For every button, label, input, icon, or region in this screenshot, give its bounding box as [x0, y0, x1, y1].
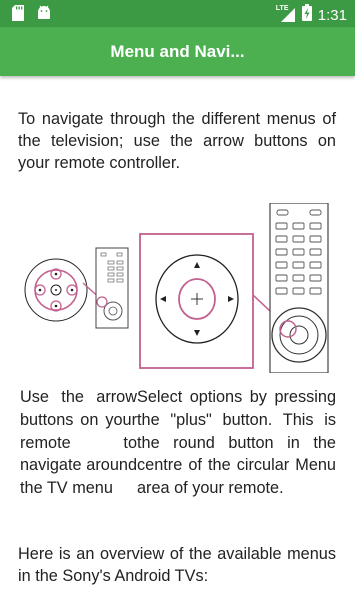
small-dpad-icon [24, 258, 88, 322]
instruction-columns: Use the arrow buttons on your remote to … [20, 386, 336, 500]
overview-paragraph: Here is an overview of the available men… [18, 545, 336, 585]
dpad-closeup-icon [139, 233, 254, 369]
battery-charging-icon [301, 4, 312, 26]
small-remote-icon [95, 247, 129, 329]
select-options-text: Select options by pressing the "plus" bu… [137, 388, 336, 498]
page-title: Menu and Navi... [110, 41, 245, 61]
status-time: 1:31 [317, 6, 347, 24]
android-icon [37, 5, 51, 26]
arrow-buttons-text: Use the arrow buttons on your remote to … [20, 388, 137, 498]
notification-icons [12, 5, 51, 26]
main-content: To navigate through the different menus … [18, 108, 336, 174]
app-bar: Menu and Navi... [0, 27, 355, 76]
remote-illustration [22, 202, 334, 374]
signal-icon: LTE [276, 5, 296, 23]
remote-diagram-svg [24, 202, 329, 374]
system-icons: LTE 1:31 [276, 4, 347, 26]
intro-paragraph: To navigate through the different menus … [18, 110, 336, 172]
large-remote-icon [269, 202, 329, 374]
status-bar: LTE 1:31 [0, 0, 355, 27]
sd-card-icon [12, 5, 24, 26]
